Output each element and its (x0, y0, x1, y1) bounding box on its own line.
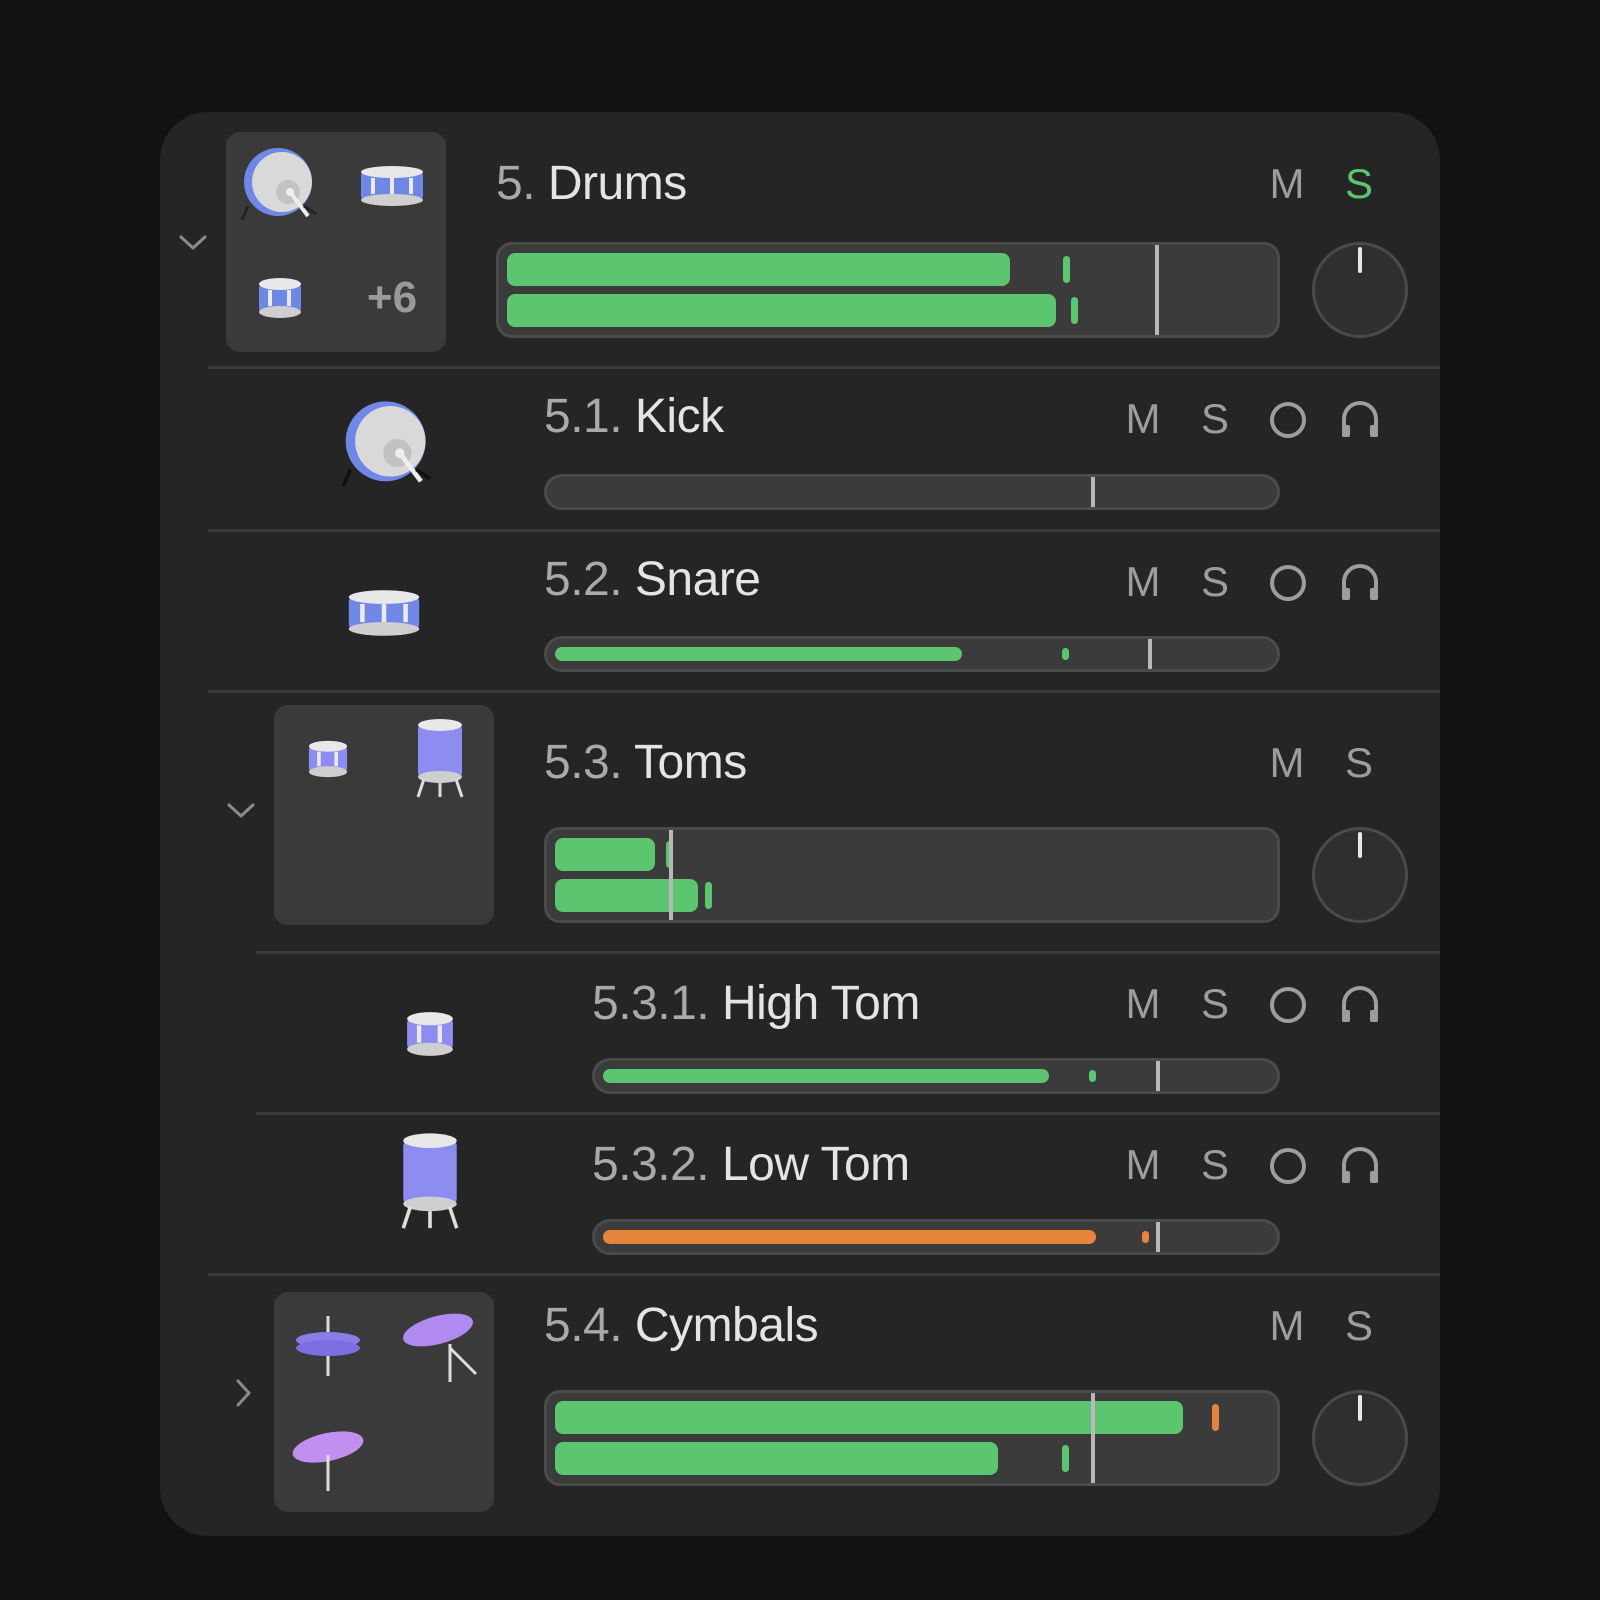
track-row-drums[interactable]: +6 5. Drums M S (160, 112, 1440, 366)
meter-level-bar (507, 253, 1010, 286)
mute-button[interactable]: M (1118, 980, 1168, 1028)
mute-button[interactable]: M (1262, 739, 1312, 787)
headphones-icon[interactable] (1338, 560, 1382, 604)
meter-peak-indicator (1089, 1070, 1097, 1082)
track-row-snare[interactable]: 5.2. Snare M S (160, 532, 1440, 690)
solo-button[interactable]: S (1334, 1302, 1384, 1350)
level-meter[interactable] (592, 1219, 1280, 1255)
record-arm-button[interactable] (1270, 987, 1306, 1023)
track-row-toms[interactable]: 5.3. Toms M S (160, 693, 1440, 951)
snare-drum-icon (338, 132, 446, 240)
meter-level-bar (555, 647, 962, 661)
meter-level-bar (555, 1442, 998, 1475)
pan-knob[interactable] (1312, 827, 1408, 923)
more-count: +6 (338, 244, 446, 352)
record-arm-button[interactable] (1270, 402, 1306, 438)
level-meter[interactable] (592, 1058, 1280, 1094)
headphones-icon[interactable] (1338, 1143, 1382, 1187)
track-row-kick[interactable]: 5.1. Kick M S (160, 369, 1440, 529)
solo-button[interactable]: S (1190, 395, 1240, 443)
pan-knob[interactable] (1312, 242, 1408, 338)
meter-level-bar (555, 838, 655, 871)
snare-drum-icon (226, 244, 334, 352)
meter-level-bar (555, 1401, 1184, 1434)
kick-drum-icon (226, 132, 334, 240)
track-title: 5.3.1. High Tom (592, 977, 920, 1030)
level-meter[interactable] (544, 1390, 1280, 1486)
fader-marker[interactable] (1147, 639, 1152, 669)
fader-marker[interactable] (1155, 1061, 1160, 1091)
track-title: 5.4. Cymbals (544, 1299, 819, 1352)
headphones-icon[interactable] (1338, 397, 1382, 441)
solo-button[interactable]: S (1334, 160, 1384, 208)
meter-level-bar (507, 294, 1056, 327)
ride-cymbal-icon (274, 1404, 382, 1512)
mute-button[interactable]: M (1262, 160, 1312, 208)
hihat-icon (274, 1292, 382, 1400)
mute-button[interactable]: M (1118, 558, 1168, 606)
track-title: 5.3. Toms (544, 736, 747, 789)
track-title: 5. Drums (496, 157, 687, 210)
track-row-low-tom[interactable]: 5.3.2. Low Tom M S (160, 1115, 1440, 1273)
track-icon-grid (274, 705, 494, 925)
meter-peak-indicator (1070, 297, 1078, 324)
mute-button[interactable]: M (1262, 1302, 1312, 1350)
track-row-cymbals[interactable]: 5.4. Cymbals M S (160, 1276, 1440, 1536)
snare-drum-icon (344, 588, 424, 643)
meter-peak-indicator (704, 882, 712, 909)
record-arm-button[interactable] (1270, 1148, 1306, 1184)
record-arm-button[interactable] (1270, 565, 1306, 601)
mute-button[interactable]: M (1118, 395, 1168, 443)
level-meter[interactable] (544, 474, 1280, 510)
track-title: 5.1. Kick (544, 390, 724, 443)
chevron-down-icon[interactable] (176, 225, 210, 259)
empty-slot (386, 1404, 494, 1512)
meter-peak-indicator (1211, 1404, 1219, 1431)
drum-track-group-panel: +6 5. Drums M S 5.1. Kick M S 5.2. Snare… (160, 112, 1440, 1536)
empty-slot (386, 817, 494, 925)
track-title: 5.3.2. Low Tom (592, 1138, 910, 1191)
meter-peak-indicator (1142, 1231, 1150, 1243)
track-icon-grid: +6 (226, 132, 446, 352)
solo-button[interactable]: S (1190, 558, 1240, 606)
fader-marker[interactable] (669, 830, 674, 920)
crash-cymbal-icon (386, 1292, 494, 1400)
level-meter[interactable] (496, 242, 1280, 338)
fader-marker[interactable] (1154, 245, 1159, 335)
meter-peak-indicator (1061, 648, 1069, 660)
chevron-down-icon[interactable] (224, 793, 258, 827)
high-tom-icon (402, 1010, 458, 1063)
fader-marker[interactable] (1155, 1222, 1160, 1252)
mute-button[interactable]: M (1118, 1141, 1168, 1189)
fader-marker[interactable] (1090, 1393, 1095, 1483)
headphones-icon[interactable] (1338, 982, 1382, 1026)
level-meter[interactable] (544, 827, 1280, 923)
solo-button[interactable]: S (1334, 739, 1384, 787)
high-tom-icon (274, 705, 382, 813)
floor-tom-icon (386, 705, 494, 813)
floor-tom-icon (396, 1131, 464, 1238)
meter-peak-indicator (1061, 1445, 1069, 1472)
fader-marker[interactable] (1090, 477, 1095, 507)
meter-level-bar (603, 1230, 1096, 1244)
pan-knob[interactable] (1312, 1390, 1408, 1486)
kick-drum-icon (338, 399, 438, 498)
chevron-right-icon[interactable] (226, 1376, 260, 1410)
track-title: 5.2. Snare (544, 553, 761, 606)
solo-button[interactable]: S (1190, 1141, 1240, 1189)
meter-level-bar (603, 1069, 1050, 1083)
solo-button[interactable]: S (1190, 980, 1240, 1028)
track-row-high-tom[interactable]: 5.3.1. High Tom M S (160, 954, 1440, 1112)
level-meter[interactable] (544, 636, 1280, 672)
track-icon-grid (274, 1292, 494, 1512)
empty-slot (274, 817, 382, 925)
meter-level-bar (555, 879, 698, 912)
meter-peak-indicator (1063, 256, 1071, 283)
